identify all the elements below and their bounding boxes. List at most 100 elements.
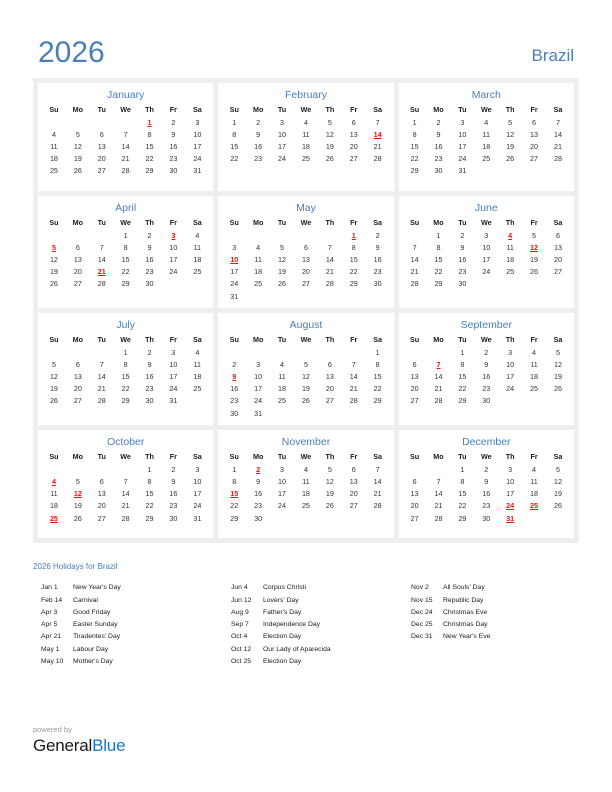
day-cell[interactable]: 30	[161, 165, 185, 177]
day-cell[interactable]: 23	[366, 266, 390, 278]
day-cell[interactable]: 14	[90, 371, 114, 383]
day-cell[interactable]: 30	[138, 278, 162, 290]
day-cell[interactable]: 15	[403, 140, 427, 152]
day-cell[interactable]: 15	[138, 488, 162, 500]
day-cell[interactable]: 19	[318, 488, 342, 500]
day-cell-holiday[interactable]: 14	[366, 128, 390, 140]
day-cell[interactable]: 27	[342, 500, 366, 512]
day-cell-holiday[interactable]: 3	[161, 229, 185, 241]
day-cell[interactable]: 7	[342, 358, 366, 370]
day-cell[interactable]: 2	[246, 116, 270, 128]
day-cell[interactable]: 15	[427, 253, 451, 265]
day-cell[interactable]: 28	[90, 395, 114, 407]
day-cell[interactable]: 19	[522, 253, 546, 265]
day-cell[interactable]: 27	[403, 512, 427, 524]
day-cell[interactable]: 25	[498, 266, 522, 278]
day-cell[interactable]: 30	[474, 395, 498, 407]
day-cell[interactable]: 1	[138, 463, 162, 475]
day-cell[interactable]: 12	[498, 128, 522, 140]
day-cell[interactable]: 30	[366, 278, 390, 290]
day-cell[interactable]: 10	[498, 475, 522, 487]
day-cell[interactable]: 22	[403, 153, 427, 165]
day-cell[interactable]: 11	[42, 488, 66, 500]
day-cell[interactable]: 29	[138, 512, 162, 524]
day-cell[interactable]: 29	[114, 395, 138, 407]
day-cell[interactable]: 8	[366, 358, 390, 370]
day-cell[interactable]: 22	[222, 153, 246, 165]
day-cell-holiday[interactable]: 10	[222, 253, 246, 265]
day-cell[interactable]: 23	[138, 266, 162, 278]
day-cell[interactable]: 26	[66, 512, 90, 524]
day-cell[interactable]: 12	[270, 253, 294, 265]
day-cell[interactable]: 10	[185, 128, 209, 140]
day-cell-holiday[interactable]: 31	[498, 512, 522, 524]
day-cell[interactable]: 18	[522, 371, 546, 383]
day-cell[interactable]: 20	[90, 153, 114, 165]
day-cell[interactable]: 3	[474, 229, 498, 241]
day-cell[interactable]: 27	[90, 512, 114, 524]
day-cell[interactable]: 31	[246, 407, 270, 419]
day-cell[interactable]: 15	[138, 140, 162, 152]
day-cell[interactable]: 18	[294, 488, 318, 500]
day-cell[interactable]: 15	[450, 488, 474, 500]
day-cell[interactable]: 7	[318, 241, 342, 253]
day-cell[interactable]: 26	[66, 165, 90, 177]
day-cell[interactable]: 9	[474, 358, 498, 370]
day-cell[interactable]: 22	[114, 383, 138, 395]
day-cell[interactable]: 17	[222, 266, 246, 278]
day-cell[interactable]: 28	[342, 395, 366, 407]
day-cell[interactable]: 10	[498, 358, 522, 370]
day-cell[interactable]: 8	[138, 128, 162, 140]
day-cell[interactable]: 24	[185, 153, 209, 165]
day-cell[interactable]: 18	[294, 140, 318, 152]
day-cell[interactable]: 11	[185, 241, 209, 253]
day-cell[interactable]: 24	[450, 153, 474, 165]
day-cell[interactable]: 22	[342, 266, 366, 278]
day-cell[interactable]: 14	[546, 128, 570, 140]
day-cell[interactable]: 7	[114, 475, 138, 487]
day-cell[interactable]: 30	[427, 165, 451, 177]
day-cell[interactable]: 10	[161, 241, 185, 253]
day-cell[interactable]: 17	[246, 383, 270, 395]
day-cell[interactable]: 3	[185, 116, 209, 128]
day-cell[interactable]: 15	[114, 253, 138, 265]
day-cell[interactable]: 12	[42, 253, 66, 265]
day-cell[interactable]: 3	[222, 241, 246, 253]
day-cell[interactable]: 9	[161, 128, 185, 140]
day-cell[interactable]: 3	[185, 463, 209, 475]
day-cell[interactable]: 14	[318, 253, 342, 265]
day-cell[interactable]: 17	[270, 140, 294, 152]
day-cell[interactable]: 13	[546, 241, 570, 253]
day-cell[interactable]: 27	[66, 395, 90, 407]
day-cell[interactable]: 24	[474, 266, 498, 278]
day-cell[interactable]: 10	[270, 475, 294, 487]
day-cell[interactable]: 21	[114, 500, 138, 512]
day-cell[interactable]: 24	[222, 278, 246, 290]
day-cell-holiday[interactable]: 21	[90, 266, 114, 278]
day-cell[interactable]: 22	[114, 266, 138, 278]
day-cell[interactable]: 9	[246, 128, 270, 140]
day-cell[interactable]: 9	[366, 241, 390, 253]
day-cell[interactable]: 21	[318, 266, 342, 278]
day-cell[interactable]: 16	[474, 371, 498, 383]
day-cell[interactable]: 20	[342, 488, 366, 500]
day-cell-holiday[interactable]: 1	[138, 116, 162, 128]
day-cell[interactable]: 1	[222, 463, 246, 475]
day-cell[interactable]: 14	[427, 371, 451, 383]
day-cell[interactable]: 13	[294, 253, 318, 265]
day-cell[interactable]: 9	[474, 475, 498, 487]
day-cell[interactable]: 14	[427, 488, 451, 500]
day-cell[interactable]: 29	[427, 278, 451, 290]
day-cell[interactable]: 10	[474, 241, 498, 253]
day-cell[interactable]: 20	[403, 383, 427, 395]
day-cell[interactable]: 2	[161, 463, 185, 475]
day-cell[interactable]: 11	[246, 253, 270, 265]
day-cell[interactable]: 23	[222, 395, 246, 407]
day-cell[interactable]: 13	[342, 475, 366, 487]
day-cell[interactable]: 16	[161, 488, 185, 500]
day-cell[interactable]: 30	[246, 512, 270, 524]
day-cell[interactable]: 3	[450, 116, 474, 128]
day-cell[interactable]: 16	[138, 371, 162, 383]
day-cell[interactable]: 1	[366, 346, 390, 358]
day-cell[interactable]: 6	[66, 358, 90, 370]
